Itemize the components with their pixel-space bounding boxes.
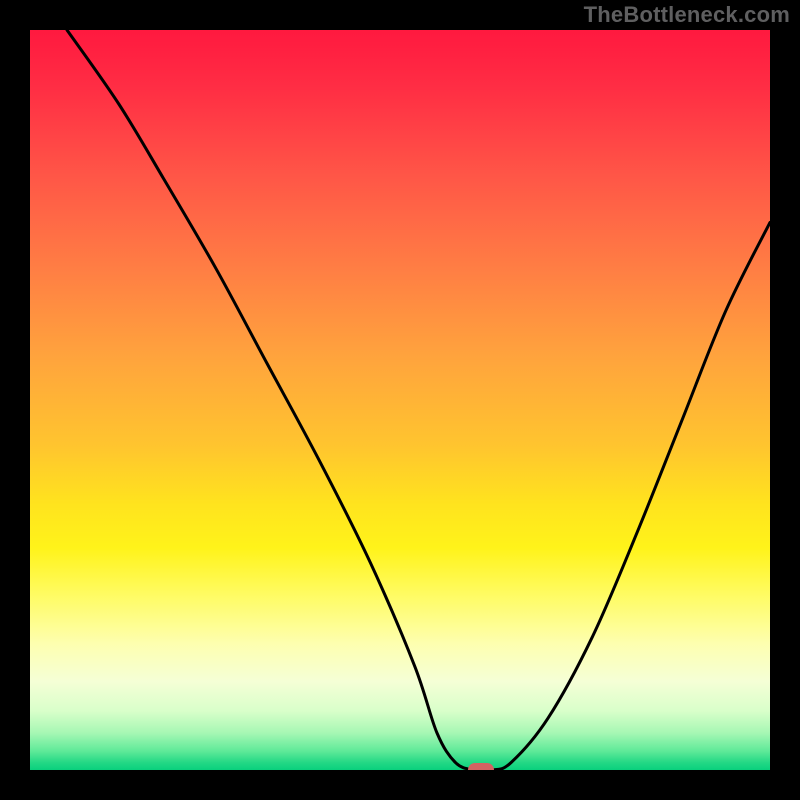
watermark-text: TheBottleneck.com — [584, 2, 790, 28]
plot-area — [30, 30, 770, 770]
outer-frame: TheBottleneck.com — [0, 0, 800, 800]
bottleneck-curve — [30, 30, 770, 770]
curve-path — [67, 30, 770, 770]
minimum-marker — [468, 763, 494, 770]
